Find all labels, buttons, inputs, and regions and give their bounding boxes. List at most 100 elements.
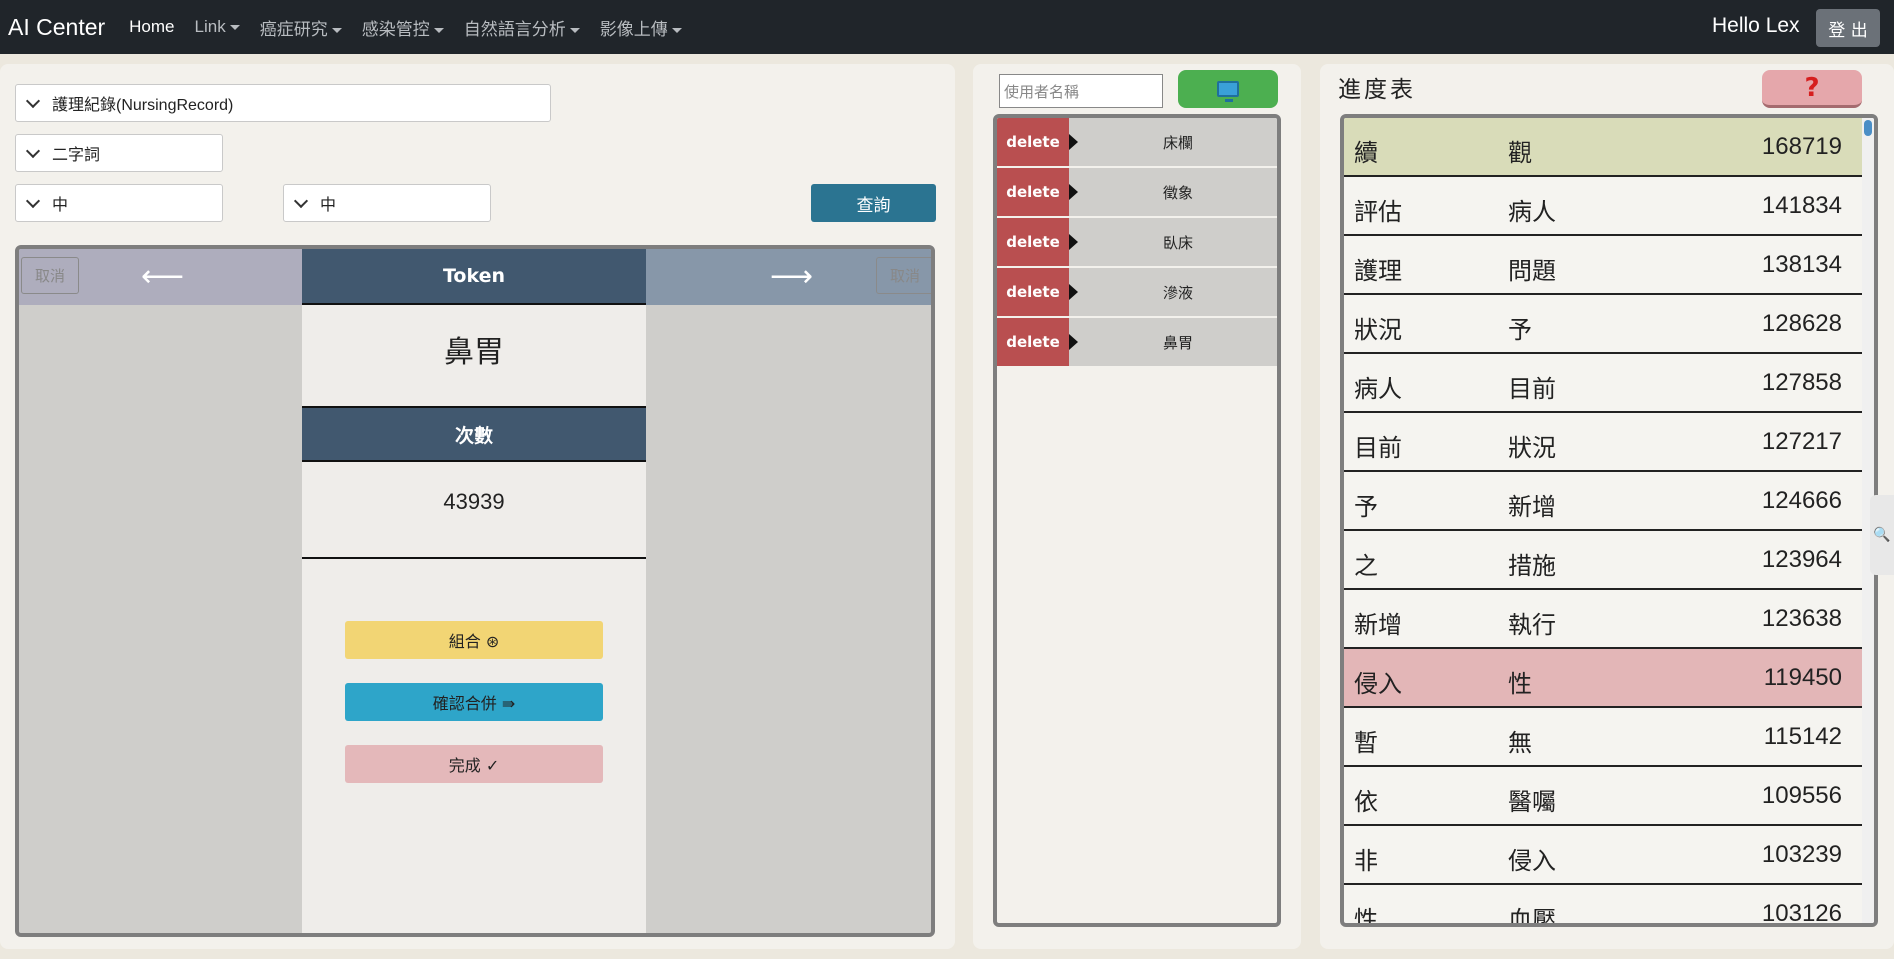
top-navbar: AI Center Home Link 癌症研究 感染管控 自然語言分析 影像上… xyxy=(0,0,1894,54)
nav-cancer-research[interactable]: 癌症研究 xyxy=(260,15,342,40)
play-arrow-icon xyxy=(1069,334,1078,350)
language-a-value: 中 xyxy=(52,197,69,214)
table-row[interactable]: 性 血壓 103126 xyxy=(1344,885,1862,927)
table-row[interactable]: 新增 執行 123638 xyxy=(1344,590,1862,649)
word-2-cell: 措施 xyxy=(1508,552,1556,580)
nav-infection-control[interactable]: 感染管控 xyxy=(362,15,444,40)
word-1-cell: 目前 xyxy=(1354,434,1402,462)
record-type-select[interactable]: 護理紀錄(NursingRecord) xyxy=(15,84,551,122)
confirm-merge-button[interactable]: 確認合併 ⇛ xyxy=(345,683,603,721)
word-2-cell: 新增 xyxy=(1508,493,1556,521)
count-cell: 138134 xyxy=(1761,251,1842,278)
nav-image-upload-label: 影像上傳 xyxy=(599,19,668,39)
chevron-down-icon xyxy=(25,193,41,209)
delete-button[interactable]: delete xyxy=(997,168,1069,216)
search-icon: 🔍 xyxy=(1873,527,1891,543)
word-1-cell: 續 xyxy=(1354,139,1378,167)
list-item: delete 滲液 xyxy=(997,268,1277,316)
count-cell: 127217 xyxy=(1761,428,1842,455)
table-row[interactable]: 護理 問題 138134 xyxy=(1344,236,1862,295)
language-select-a[interactable]: 中 xyxy=(15,184,223,222)
count-cell: 109556 xyxy=(1761,782,1842,809)
prev-token-header: 取消 ⟵ xyxy=(19,249,302,305)
merged-token-list: delete 床欄 delete 徵象 delete 臥床 delete 滲液 … xyxy=(993,114,1281,927)
next-token-header: ⟶ 取消 xyxy=(646,249,931,305)
delete-button[interactable]: delete xyxy=(997,218,1069,266)
arrow-right-icon[interactable]: ⟶ xyxy=(770,259,813,294)
delete-button[interactable]: delete xyxy=(997,318,1069,366)
list-item: delete 徵象 xyxy=(997,168,1277,216)
logout-button[interactable]: 登 出 xyxy=(1816,9,1880,47)
ngram-select[interactable]: 二字詞 xyxy=(15,134,223,172)
table-row[interactable]: 侵入 性 119450 xyxy=(1344,649,1862,708)
nav-image-upload[interactable]: 影像上傳 xyxy=(600,15,682,40)
count-cell: 123638 xyxy=(1761,605,1842,632)
nav-home[interactable]: Home xyxy=(129,17,174,37)
nav-cancer-research-label: 癌症研究 xyxy=(259,19,328,39)
list-item-label: 床欄 xyxy=(1162,133,1193,152)
word-1-cell: 予 xyxy=(1354,493,1378,521)
table-row[interactable]: 予 新增 124666 xyxy=(1344,472,1862,531)
word-2-cell: 執行 xyxy=(1508,611,1556,639)
play-arrow-icon xyxy=(1069,234,1078,250)
arrow-left-icon[interactable]: ⟵ xyxy=(141,259,184,294)
table-row[interactable]: 目前 狀況 127217 xyxy=(1344,413,1862,472)
table-row[interactable]: 狀況 予 128628 xyxy=(1344,295,1862,354)
help-button[interactable]: ? xyxy=(1762,70,1862,108)
cancel-right-button[interactable]: 取消 xyxy=(876,257,931,294)
count-cell: 115142 xyxy=(1763,723,1842,750)
count-cell: 119450 xyxy=(1763,664,1842,691)
chevron-down-icon xyxy=(331,27,342,33)
list-item-label: 鼻胃 xyxy=(1162,333,1193,352)
token-header: Token xyxy=(302,249,646,305)
count-cell: 127858 xyxy=(1761,369,1842,396)
username-input[interactable]: 使用者名稱 xyxy=(999,74,1163,108)
count-cell: 128628 xyxy=(1761,310,1842,337)
word-2-cell: 醫囑 xyxy=(1508,788,1556,816)
nav-infection-control-label: 感染管控 xyxy=(361,19,430,39)
word-2-cell: 目前 xyxy=(1508,375,1556,403)
combine-button[interactable]: 組合 ⊛ xyxy=(345,621,603,659)
table-row[interactable]: 依 醫囑 109556 xyxy=(1344,767,1862,826)
table-row[interactable]: 評估 病人 141834 xyxy=(1344,177,1862,236)
count-cell: 103239 xyxy=(1761,841,1842,868)
table-row[interactable]: 暫 無 115142 xyxy=(1344,708,1862,767)
word-2-cell: 性 xyxy=(1508,670,1532,698)
computer-button[interactable] xyxy=(1178,70,1278,108)
table-row[interactable]: 非 侵入 103239 xyxy=(1344,826,1862,885)
nav-nlp-label: 自然語言分析 xyxy=(463,19,566,39)
brand-logo[interactable]: AI Center xyxy=(8,14,105,41)
progress-table[interactable]: 續觀 168719 評估 病人 141834 護理 問題 138134 狀況予 128628 病人目… xyxy=(1340,114,1878,927)
word-1-cell: 評估 xyxy=(1354,198,1402,226)
scrollbar-thumb[interactable] xyxy=(1864,120,1872,136)
word-1-cell: 狀況 xyxy=(1354,316,1402,344)
list-item: delete 臥床 xyxy=(997,218,1277,266)
table-row[interactable]: 之 措施 123964 xyxy=(1344,531,1862,590)
nav-nlp[interactable]: 自然語言分析 xyxy=(464,15,580,40)
count-header: 次數 xyxy=(302,406,646,462)
language-select-b[interactable]: 中 xyxy=(283,184,491,222)
word-2-cell: 狀況 xyxy=(1508,434,1556,462)
search-side-tab[interactable]: 🔍 xyxy=(1870,495,1894,575)
query-button[interactable]: 查詢 xyxy=(811,184,936,222)
word-1-cell: 非 xyxy=(1354,847,1378,875)
done-button[interactable]: 完成 ✓ xyxy=(345,745,603,783)
user-greeting: Hello Lex xyxy=(1712,14,1800,37)
count-cell: 103126 xyxy=(1761,900,1842,927)
delete-button[interactable]: delete xyxy=(997,268,1069,316)
ngram-value: 二字詞 xyxy=(52,147,101,164)
cancel-left-button[interactable]: 取消 xyxy=(21,257,79,294)
word-1-cell: 侵入 xyxy=(1354,670,1402,698)
table-row[interactable]: 續 觀 168719 xyxy=(1344,118,1862,177)
word-2-cell: 問題 xyxy=(1508,257,1556,285)
table-row[interactable]: 病人 目前 127858 xyxy=(1344,354,1862,413)
word-2-cell: 病人 xyxy=(1508,198,1556,226)
delete-button[interactable]: delete xyxy=(997,118,1069,166)
chevron-down-icon xyxy=(433,27,444,33)
chevron-down-icon xyxy=(293,193,309,209)
word-1-cell: 新增 xyxy=(1354,611,1402,639)
chevron-down-icon xyxy=(569,27,580,33)
word-1-cell: 暫 xyxy=(1354,729,1378,757)
token-box: 取消 ⟵ ⟶ 取消 Token 鼻胃 次數 43939 組合 ⊛ 確認合併 ⇛ … xyxy=(15,245,935,937)
nav-link[interactable]: Link xyxy=(195,17,240,37)
